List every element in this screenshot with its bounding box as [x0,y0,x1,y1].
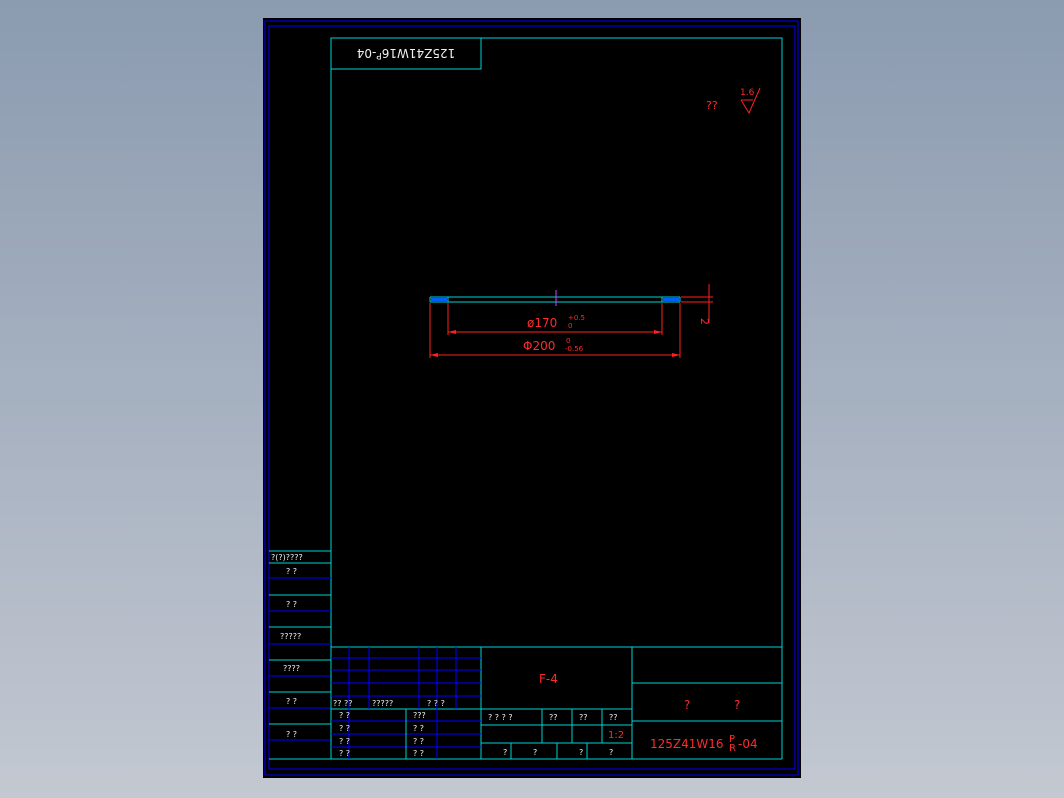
material-label: F-4 [539,672,558,686]
svg-text:?: ? [533,748,537,757]
svg-text:? ?: ? ? [339,724,350,733]
svg-text:?: ? [579,748,583,757]
drawing-code-sub: R [729,743,736,754]
part-name-a: ? [684,698,690,712]
svg-text:? ? ? ?: ? ? ? ? [488,713,513,722]
roughness-value: 1.6 [740,88,755,98]
dim-outer-lower: -0.56 [565,345,584,353]
svg-text:?: ? [609,748,613,757]
svg-text:??: ?? [549,713,558,722]
svg-text:? ?: ? ? [286,697,297,706]
dim-thickness: 2 [698,318,711,325]
svg-text:?: ? [503,748,507,757]
svg-text:? ?: ? ? [339,737,350,746]
side-panel: ?(?)???? ? ? ? ? ????? ???? ? ? ? ? [269,550,331,760]
svg-text:? ?: ? ? [413,724,424,733]
dim-inner-upper: +0.5 [568,314,585,322]
cad-drawing: 125Z41W16P-04 ?? 1.6 2 ø170 +0.5 0 Φ200 … [264,20,799,776]
title-block: ?? ?? ????? ? ? ? ? ? ? ? ? ? ? ? ??? ? … [330,647,783,760]
gasket-part [429,290,681,306]
drawing-code: 125Z41W16 [650,737,724,751]
svg-text:? ?: ? ? [413,749,424,758]
svg-text:? ?: ? ? [339,711,350,720]
svg-text:? ?: ? ? [339,749,350,758]
dim-inner-lower: 0 [568,322,572,330]
svg-text:??: ?? [579,713,588,722]
roughness-mark: ?? [706,99,718,112]
svg-text:? ?: ? ? [413,737,424,746]
svg-text:????: ???? [283,664,300,673]
dim-inner: ø170 [527,316,557,330]
svg-text:?(?)????: ?(?)???? [271,553,303,562]
rotated-code-text: 125Z41W16 [382,46,456,60]
hatch-right [663,298,679,301]
svg-text:?????: ????? [372,699,393,708]
svg-text:? ? ?: ? ? ? [427,699,445,708]
sheet-frame-outer [264,20,799,776]
part-name-b: ? [734,698,740,712]
svg-text:? ?: ? ? [286,567,297,576]
rotated-code: 125Z41W16P-04 [357,46,456,60]
svg-text:?? ??: ?? ?? [333,699,353,708]
svg-text:?????: ????? [280,632,301,641]
drawing-border [330,37,783,648]
svg-text:???: ??? [413,711,426,720]
svg-text:? ?: ? ? [286,600,297,609]
svg-text:125Z41W16P-04: 125Z41W16P-04 [357,46,456,60]
dim-outer-upper: 0 [566,337,570,345]
svg-text:? ?: ? ? [286,730,297,739]
drawing-sheet: 125Z41W16P-04 ?? 1.6 2 ø170 +0.5 0 Φ200 … [263,18,801,778]
dim-outer: Φ200 [523,339,555,353]
drawing-code-suffix: -04 [738,737,758,751]
svg-text:??: ?? [609,713,618,722]
rotated-code-suffix: -04 [357,46,377,60]
hatch-left [431,298,447,301]
scale-label: 1:2 [608,730,624,741]
